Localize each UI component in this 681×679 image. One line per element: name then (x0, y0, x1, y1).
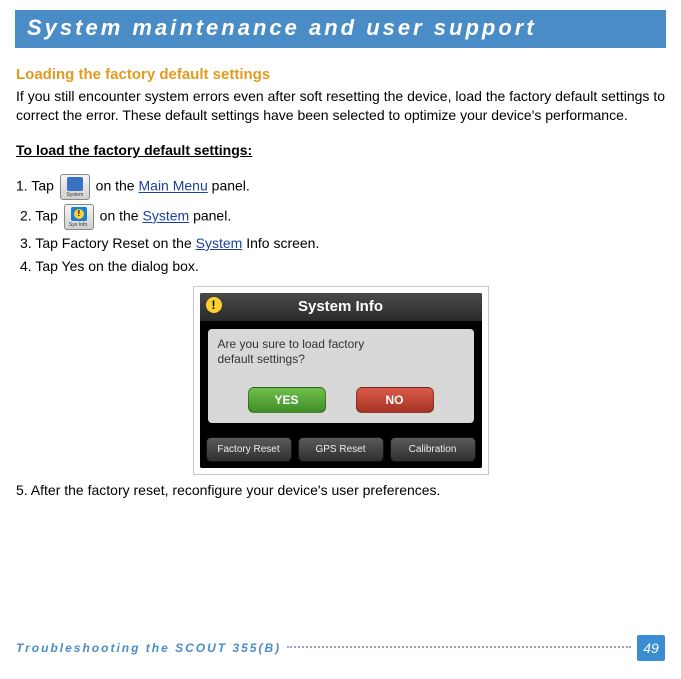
dialog-line-2: default settings? (218, 352, 305, 366)
device-screenshot: ! System Info Are you sure to load facto… (193, 286, 489, 476)
system-link[interactable]: System (143, 208, 190, 224)
system-icon: System (60, 174, 90, 200)
system-icon-caption: System (61, 193, 89, 198)
step-2: 2. Tap ! Sys Info. on the System panel. (20, 204, 665, 230)
section-intro: If you still encounter system errors eve… (16, 87, 665, 125)
footer-dots (287, 646, 631, 648)
step-5: 5. After the factory reset, reconfigure … (16, 481, 665, 500)
step-1-text-b: on the (96, 178, 139, 194)
device-title-bar: ! System Info (200, 293, 482, 321)
sys-info-icon: ! Sys Info. (64, 204, 94, 230)
confirm-dialog: Are you sure to load factory default set… (208, 329, 474, 423)
alert-badge-icon: ! (206, 297, 222, 313)
device-screen: ! System Info Are you sure to load facto… (200, 293, 482, 469)
sys-info-icon-caption: Sys Info. (65, 223, 93, 228)
step-2-text-a: 2. Tap (20, 208, 62, 224)
no-button[interactable]: NO (356, 387, 434, 413)
yes-button[interactable]: YES (248, 387, 326, 413)
step-1: 1. Tap System on the Main Menu panel. (16, 174, 665, 200)
step-1-text-c: panel. (212, 178, 250, 194)
gps-reset-button[interactable]: GPS Reset (298, 437, 384, 463)
page-footer: Troubleshooting the SCOUT 355(B) 49 (16, 635, 665, 661)
device-bottom-bar: Factory Reset GPS Reset Calibration (200, 431, 482, 469)
step-3: 3. Tap Factory Reset on the System Info … (20, 234, 665, 253)
system-link-2[interactable]: System (196, 235, 243, 251)
main-menu-link[interactable]: Main Menu (139, 178, 208, 194)
step-4: 4. Tap Yes on the dialog box. (20, 257, 665, 276)
step-1-text-a: 1. Tap (16, 178, 58, 194)
page-header: System maintenance and user support (14, 10, 667, 49)
page-content: Loading the factory default settings If … (0, 49, 681, 500)
dialog-line-1: Are you sure to load factory (218, 337, 365, 351)
step-3-text-b: Info screen. (242, 235, 319, 251)
calibration-button[interactable]: Calibration (390, 437, 476, 463)
page-number: 49 (637, 635, 665, 661)
dialog-message: Are you sure to load factory default set… (218, 337, 464, 381)
footer-title: Troubleshooting the SCOUT 355(B) (16, 641, 281, 655)
factory-reset-button[interactable]: Factory Reset (206, 437, 292, 463)
section-title: Loading the factory default settings (16, 65, 665, 85)
step-2-text-b: on the (100, 208, 143, 224)
dialog-buttons: YES NO (218, 387, 464, 413)
procedure-heading: To load the factory default settings: (16, 141, 665, 160)
device-title-text: System Info (298, 298, 383, 315)
step-2-text-c: panel. (193, 208, 231, 224)
alert-icon: ! (74, 209, 84, 219)
step-3-text-a: 3. Tap Factory Reset on the (20, 235, 196, 251)
